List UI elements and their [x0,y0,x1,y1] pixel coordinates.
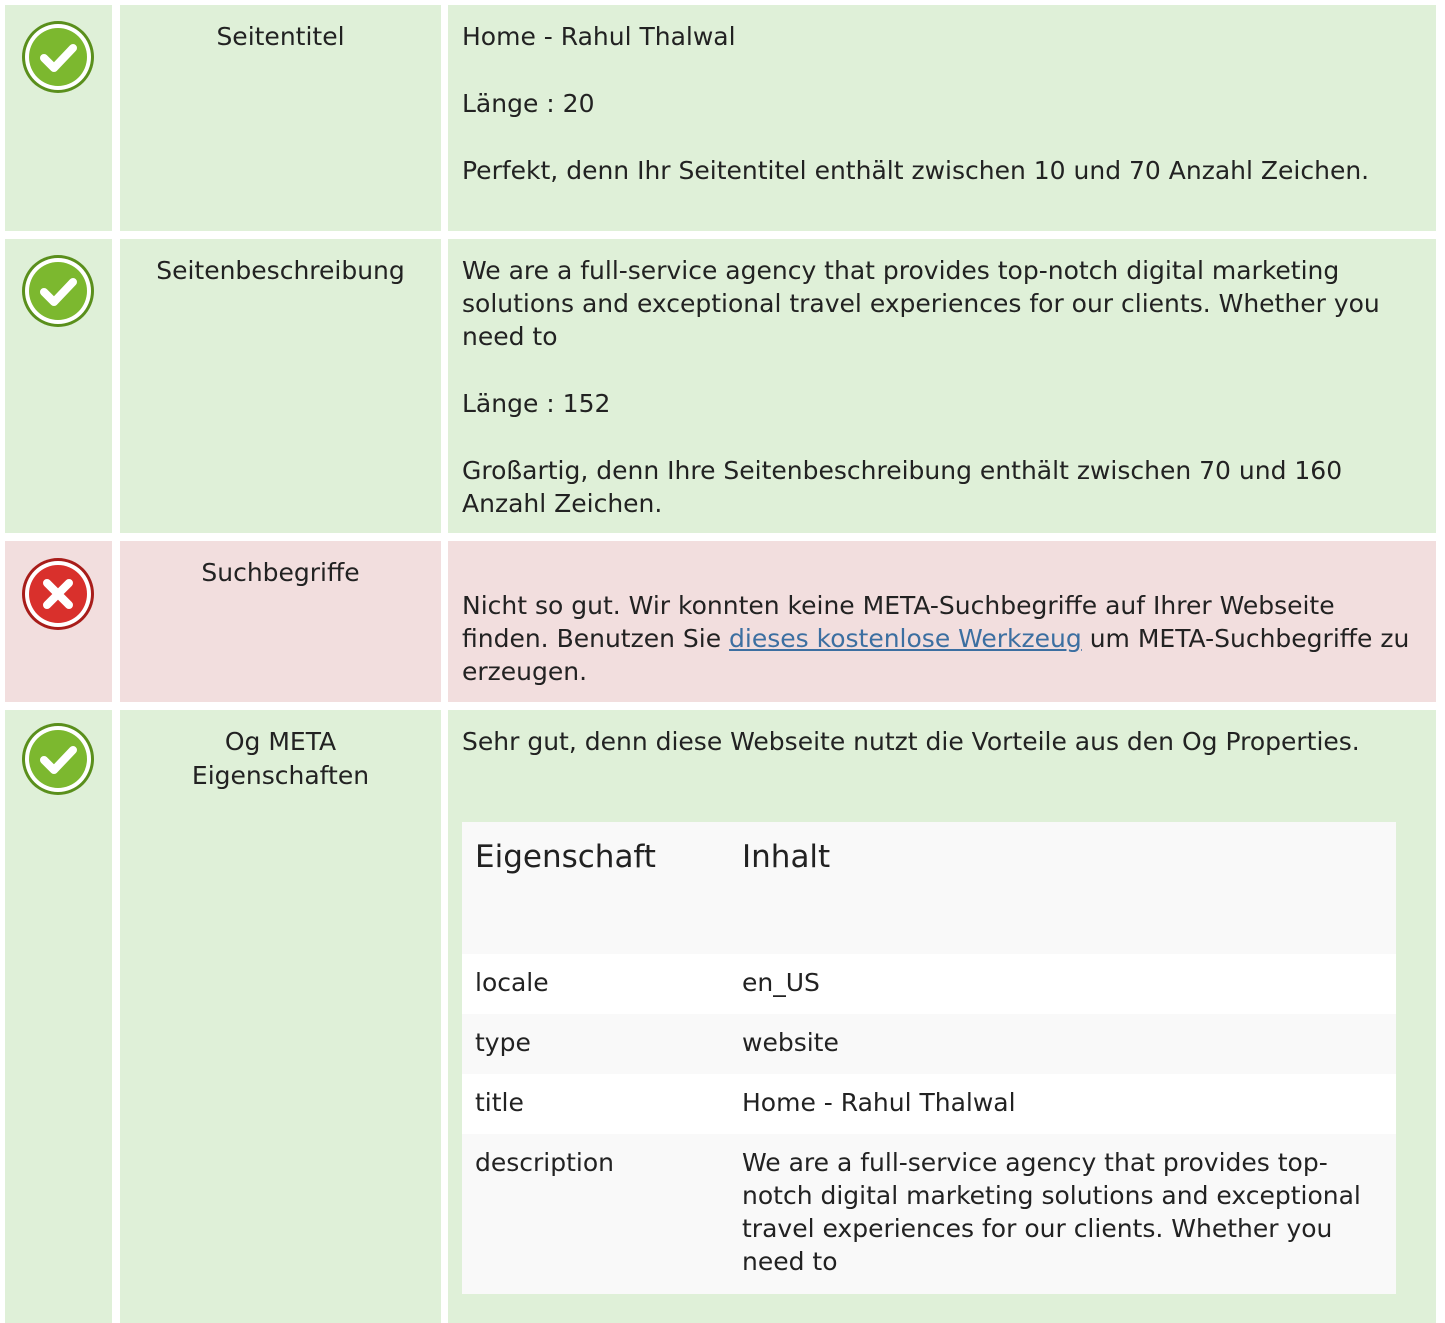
og-properties-table: Eigenschaft Inhalt locale en_US type web… [462,822,1396,1294]
table-header: Eigenschaft Inhalt [462,822,1396,954]
row-content: Nicht so gut. Wir konnten keine META-Suc… [448,541,1436,702]
property-cell: description [475,1148,615,1177]
table-row: title Home - Rahul Thalwal [462,1074,1396,1134]
status-cell [5,5,112,231]
cross-icon [22,558,94,630]
content-cell: website [742,1028,839,1057]
row-content: Home - Rahul Thalwal Länge : 20 Perfekt,… [448,5,1436,231]
table-row: description We are a full-service agency… [462,1134,1396,1294]
check-icon [22,723,94,795]
content-cell: Home - Rahul Thalwal [742,1088,1016,1117]
report-row-og-properties: Og META Eigenschaften Sehr gut, denn die… [0,710,1445,1323]
status-cell [5,710,112,1323]
seo-report: Seitentitel Home - Rahul Thalwal Länge :… [0,0,1445,1323]
row-content: Sehr gut, denn diese Webseite nutzt die … [448,710,1436,1323]
row-label: Suchbegriffe [120,541,441,702]
check-icon [22,21,94,93]
status-message: Perfekt, denn Ihr Seitentitel enthält zw… [462,156,1370,185]
status-cell [5,239,112,533]
content-cell: We are a full-service agency that provid… [742,1148,1361,1276]
row-label: Seitenbeschreibung [120,239,441,533]
length-text: Länge : 152 [462,389,611,418]
column-header-content: Inhalt [742,839,831,875]
status-message: Sehr gut, denn diese Webseite nutzt die … [462,727,1360,756]
property-cell: type [475,1028,531,1057]
property-cell: title [475,1088,524,1117]
page-description-value: We are a full-service agency that provid… [462,256,1380,351]
status-message: Großartig, denn Ihre Seitenbeschreibung … [462,456,1343,518]
row-label: Seitentitel [120,5,441,231]
check-icon [22,255,94,327]
row-content: We are a full-service agency that provid… [448,239,1436,533]
report-row-keywords: Suchbegriffe Nicht so gut. Wir konnten k… [0,541,1445,702]
status-cell [5,541,112,702]
report-row-page-title: Seitentitel Home - Rahul Thalwal Länge :… [0,5,1445,231]
keyword-tool-link[interactable]: dieses kostenlose Werkzeug [729,624,1082,653]
table-row: type website [462,1014,1396,1074]
report-row-page-description: Seitenbeschreibung We are a full-service… [0,239,1445,533]
page-title-value: Home - Rahul Thalwal [462,22,736,51]
column-header-property: Eigenschaft [475,839,656,875]
property-cell: locale [475,968,549,997]
status-message: Nicht so gut. Wir konnten keine META-Suc… [462,589,1422,688]
row-label: Og META Eigenschaften [120,710,441,1323]
length-text: Länge : 20 [462,89,595,118]
table-row: locale en_US [462,954,1396,1014]
content-cell: en_US [742,968,820,997]
